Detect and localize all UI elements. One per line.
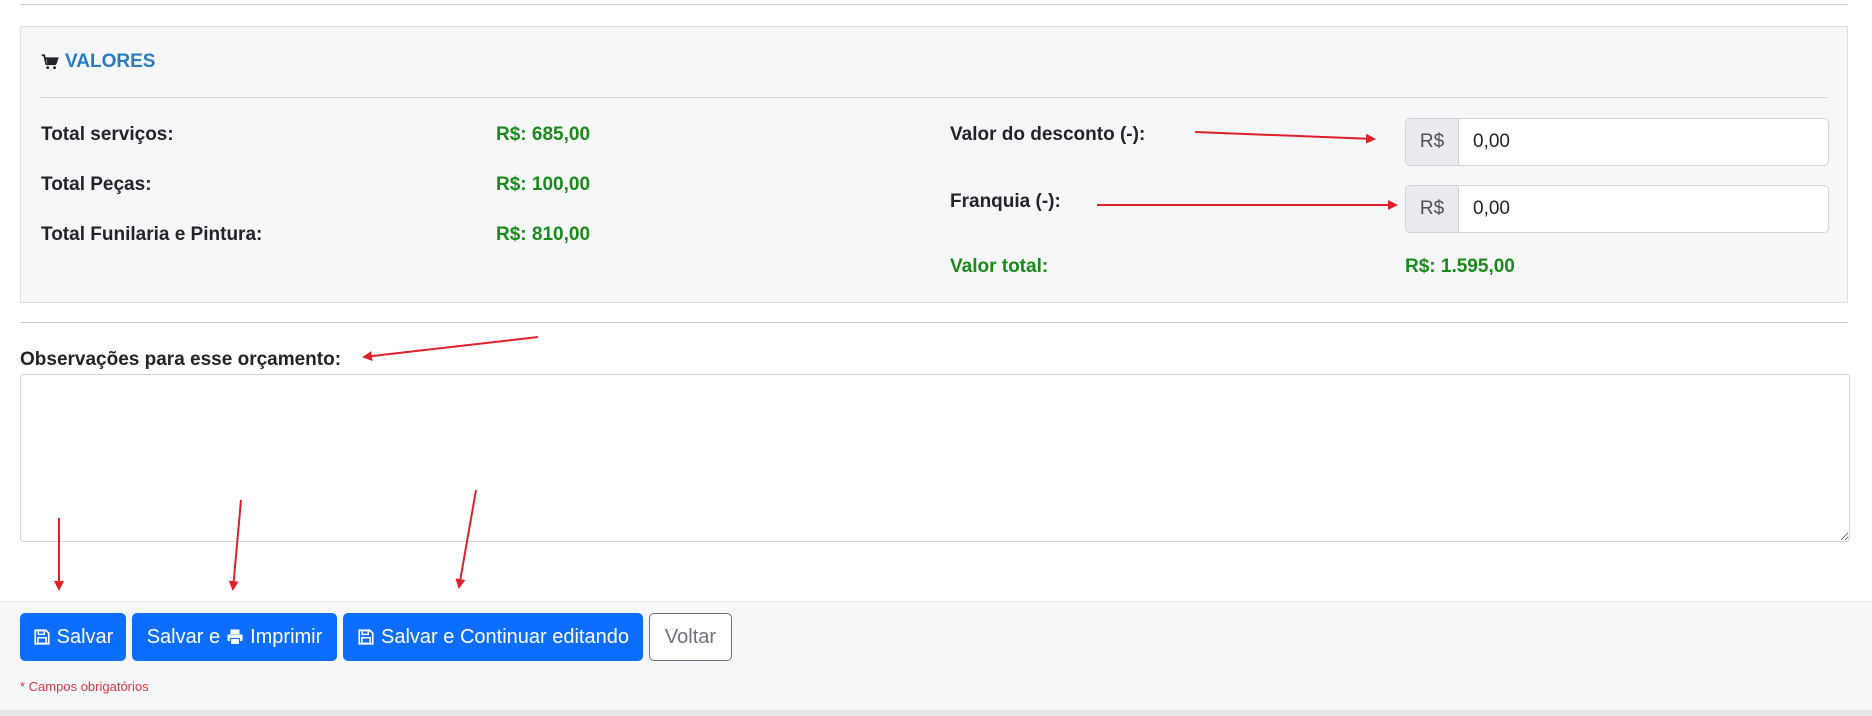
- franchise-input-group: R$: [1405, 185, 1829, 233]
- observations-textarea[interactable]: [20, 374, 1850, 542]
- back-button-label: Voltar: [664, 625, 717, 648]
- total-value: R$: 1.595,00: [1405, 256, 1515, 277]
- page: VALORES Total serviços: R$: 685,00 Total…: [0, 0, 1872, 716]
- observations-label: Observações para esse orçamento:: [20, 349, 342, 370]
- floppy-disk-icon: [358, 629, 374, 645]
- discount-input[interactable]: [1458, 118, 1829, 166]
- top-divider: [20, 4, 1848, 5]
- discount-currency-prefix: R$: [1405, 118, 1458, 166]
- middle-divider: [20, 322, 1848, 323]
- arrow-to-observations: [362, 336, 539, 362]
- discount-input-group: R$: [1405, 118, 1829, 166]
- values-card-title: VALORES: [65, 51, 156, 72]
- franchise-label: Franquia (-):: [950, 191, 1061, 212]
- values-card: VALORES Total serviços: R$: 685,00 Total…: [20, 26, 1848, 303]
- franchise-input[interactable]: [1458, 185, 1829, 233]
- total-bodywork-value: R$: 810,00: [496, 224, 591, 245]
- save-button[interactable]: Salvar: [20, 613, 126, 661]
- printer-icon: [227, 629, 243, 646]
- save-and-print-label-part2: Imprimir: [250, 625, 323, 648]
- save-and-continue-label: Salvar e Continuar editando: [381, 625, 629, 648]
- floppy-disk-icon: [34, 629, 50, 645]
- save-and-print-button[interactable]: Salvar e Imprimir: [132, 613, 337, 661]
- discount-label: Valor do desconto (-):: [950, 124, 1146, 145]
- back-button[interactable]: Voltar: [649, 613, 732, 661]
- card-divider: [41, 97, 1827, 98]
- shopping-cart-icon: [41, 54, 59, 70]
- total-parts-label: Total Peças:: [41, 174, 152, 195]
- total-services-value: R$: 685,00: [496, 124, 591, 145]
- franchise-currency-prefix: R$: [1405, 185, 1458, 233]
- required-fields-note: * Campos obrigatórios: [20, 679, 149, 694]
- bottom-edge: [0, 710, 1872, 716]
- values-card-header: VALORES: [41, 51, 155, 73]
- save-button-label: Salvar: [56, 625, 114, 648]
- total-services-label: Total serviços:: [41, 124, 174, 145]
- total-parts-value: R$: 100,00: [496, 174, 591, 195]
- total-value-label: Valor total:: [950, 256, 1049, 277]
- save-and-continue-button[interactable]: Salvar e Continuar editando: [343, 613, 643, 661]
- total-bodywork-label: Total Funilaria e Pintura:: [41, 224, 263, 245]
- save-and-print-label-part1: Salvar e: [146, 625, 221, 648]
